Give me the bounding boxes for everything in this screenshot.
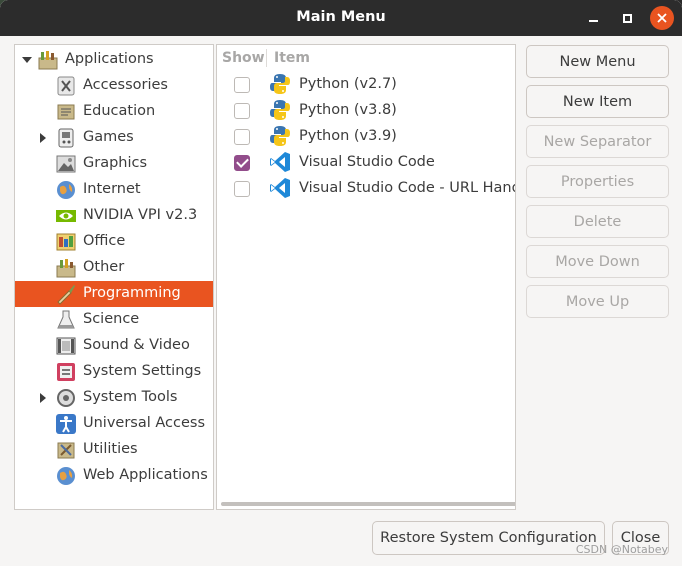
tree-item-label: Office [83, 233, 126, 249]
titlebar: Main Menu [0, 0, 682, 36]
tree-item-label: Sound & Video [83, 337, 190, 353]
tree-item[interactable]: Programming [15, 281, 213, 307]
list-row[interactable]: Visual Studio Code [217, 149, 515, 175]
applications-icon [37, 49, 59, 71]
tree-item[interactable]: Web Applications [15, 463, 213, 489]
list-row[interactable]: Python (v3.8) [217, 97, 515, 123]
show-checkbox[interactable] [234, 103, 250, 119]
tree-item-label: NVIDIA VPI v2.3 [83, 207, 198, 223]
list-row[interactable]: Visual Studio Code - URL Handler [217, 175, 515, 201]
tree-item[interactable]: Sound & Video [15, 333, 213, 359]
column-item[interactable]: Item [274, 50, 310, 66]
tree-item-label: System Tools [83, 389, 178, 405]
tree-item-label: Programming [83, 285, 181, 301]
list-item-label: Python (v3.9) [299, 128, 397, 144]
education-icon [55, 101, 77, 123]
games-icon [55, 127, 77, 149]
main-menu-window: Main Menu Applications Accessories Educat… [0, 0, 682, 566]
properties-button[interactable]: Properties [526, 165, 669, 198]
tree-item-label: System Settings [83, 363, 202, 379]
python-icon [269, 99, 291, 121]
expander-open-icon[interactable] [21, 54, 33, 66]
close-icon [657, 13, 667, 23]
tree-root-applications[interactable]: Applications [15, 47, 213, 73]
watermark: CSDN @Notabey [575, 543, 668, 556]
window-title: Main Menu [296, 9, 386, 25]
other-icon [55, 257, 77, 279]
python-icon [269, 125, 291, 147]
tree-item[interactable]: System Tools [15, 385, 213, 411]
maximize-button[interactable] [615, 6, 639, 30]
tree-item-label: Universal Access [83, 415, 206, 431]
column-show[interactable]: Show [222, 50, 265, 66]
tree-item[interactable]: Games [15, 125, 213, 151]
tree-item-label: Other [83, 259, 125, 275]
items-list[interactable]: Show Item Python (v2.7) Python (v3.8) Pyth… [216, 44, 516, 510]
tree-item-label: Web Applications [83, 467, 208, 483]
tree-item[interactable]: Accessories [15, 73, 213, 99]
system-settings-icon [55, 361, 77, 383]
internet-icon [55, 179, 77, 201]
list-item-label: Visual Studio Code [299, 154, 435, 170]
tree-item[interactable]: Internet [15, 177, 213, 203]
restore-system-configuration-button[interactable]: Restore System Configuration [372, 521, 605, 555]
web-applications-icon [55, 465, 77, 487]
tree-root-label: Applications [65, 51, 154, 67]
show-checkbox[interactable] [234, 155, 250, 171]
minimize-icon [588, 20, 598, 22]
horizontal-scrollbar[interactable] [221, 502, 515, 506]
python-icon [269, 73, 291, 95]
tree-item[interactable]: Utilities [15, 437, 213, 463]
list-item-label: Python (v2.7) [299, 76, 397, 92]
programming-icon [55, 283, 77, 305]
show-checkbox[interactable] [234, 77, 250, 93]
tree-item-label: Education [83, 103, 156, 119]
new-separator-button[interactable]: New Separator [526, 125, 669, 158]
graphics-icon [55, 153, 77, 175]
menu-tree[interactable]: Applications Accessories Education Games Gr… [14, 44, 214, 510]
list-row[interactable]: Python (v3.9) [217, 123, 515, 149]
sound-video-icon [55, 335, 77, 357]
tree-item-label: Accessories [83, 77, 168, 93]
delete-button[interactable]: Delete [526, 205, 669, 238]
tree-item-label: Games [83, 129, 134, 145]
nvidia-icon [55, 205, 77, 227]
expander-collapsed-icon[interactable] [37, 132, 49, 144]
new-item-button[interactable]: New Item [526, 85, 669, 118]
tree-item-label: Internet [83, 181, 141, 197]
column-separator [266, 49, 267, 67]
move-up-button[interactable]: Move Up [526, 285, 669, 318]
expander-collapsed-icon[interactable] [37, 392, 49, 404]
list-row[interactable]: Python (v2.7) [217, 71, 515, 97]
tree-item[interactable]: Graphics [15, 151, 213, 177]
list-item-label: Python (v3.8) [299, 102, 397, 118]
universal-access-icon [55, 413, 77, 435]
tree-item[interactable]: Science [15, 307, 213, 333]
tree-item[interactable]: NVIDIA VPI v2.3 [15, 203, 213, 229]
maximize-icon [622, 13, 632, 23]
close-window-button[interactable] [650, 6, 674, 30]
tree-item[interactable]: Education [15, 99, 213, 125]
move-down-button[interactable]: Move Down [526, 245, 669, 278]
new-menu-button[interactable]: New Menu [526, 45, 669, 78]
utilities-icon [55, 439, 77, 461]
list-header: Show Item [217, 45, 515, 71]
show-checkbox[interactable] [234, 129, 250, 145]
list-item-label: Visual Studio Code - URL Handler [299, 180, 516, 196]
science-icon [55, 309, 77, 331]
show-checkbox[interactable] [234, 181, 250, 197]
office-icon [55, 231, 77, 253]
tree-item-label: Science [83, 311, 140, 327]
minimize-button[interactable] [581, 6, 605, 30]
tree-item[interactable]: Other [15, 255, 213, 281]
vscode-icon [269, 177, 291, 199]
tree-item-label: Graphics [83, 155, 148, 171]
tree-item[interactable]: Universal Access [15, 411, 213, 437]
vscode-icon [269, 151, 291, 173]
tree-item[interactable]: Office [15, 229, 213, 255]
accessories-icon [55, 75, 77, 97]
tree-item[interactable]: System Settings [15, 359, 213, 385]
tree-item-label: Utilities [83, 441, 138, 457]
system-tools-icon [55, 387, 77, 409]
